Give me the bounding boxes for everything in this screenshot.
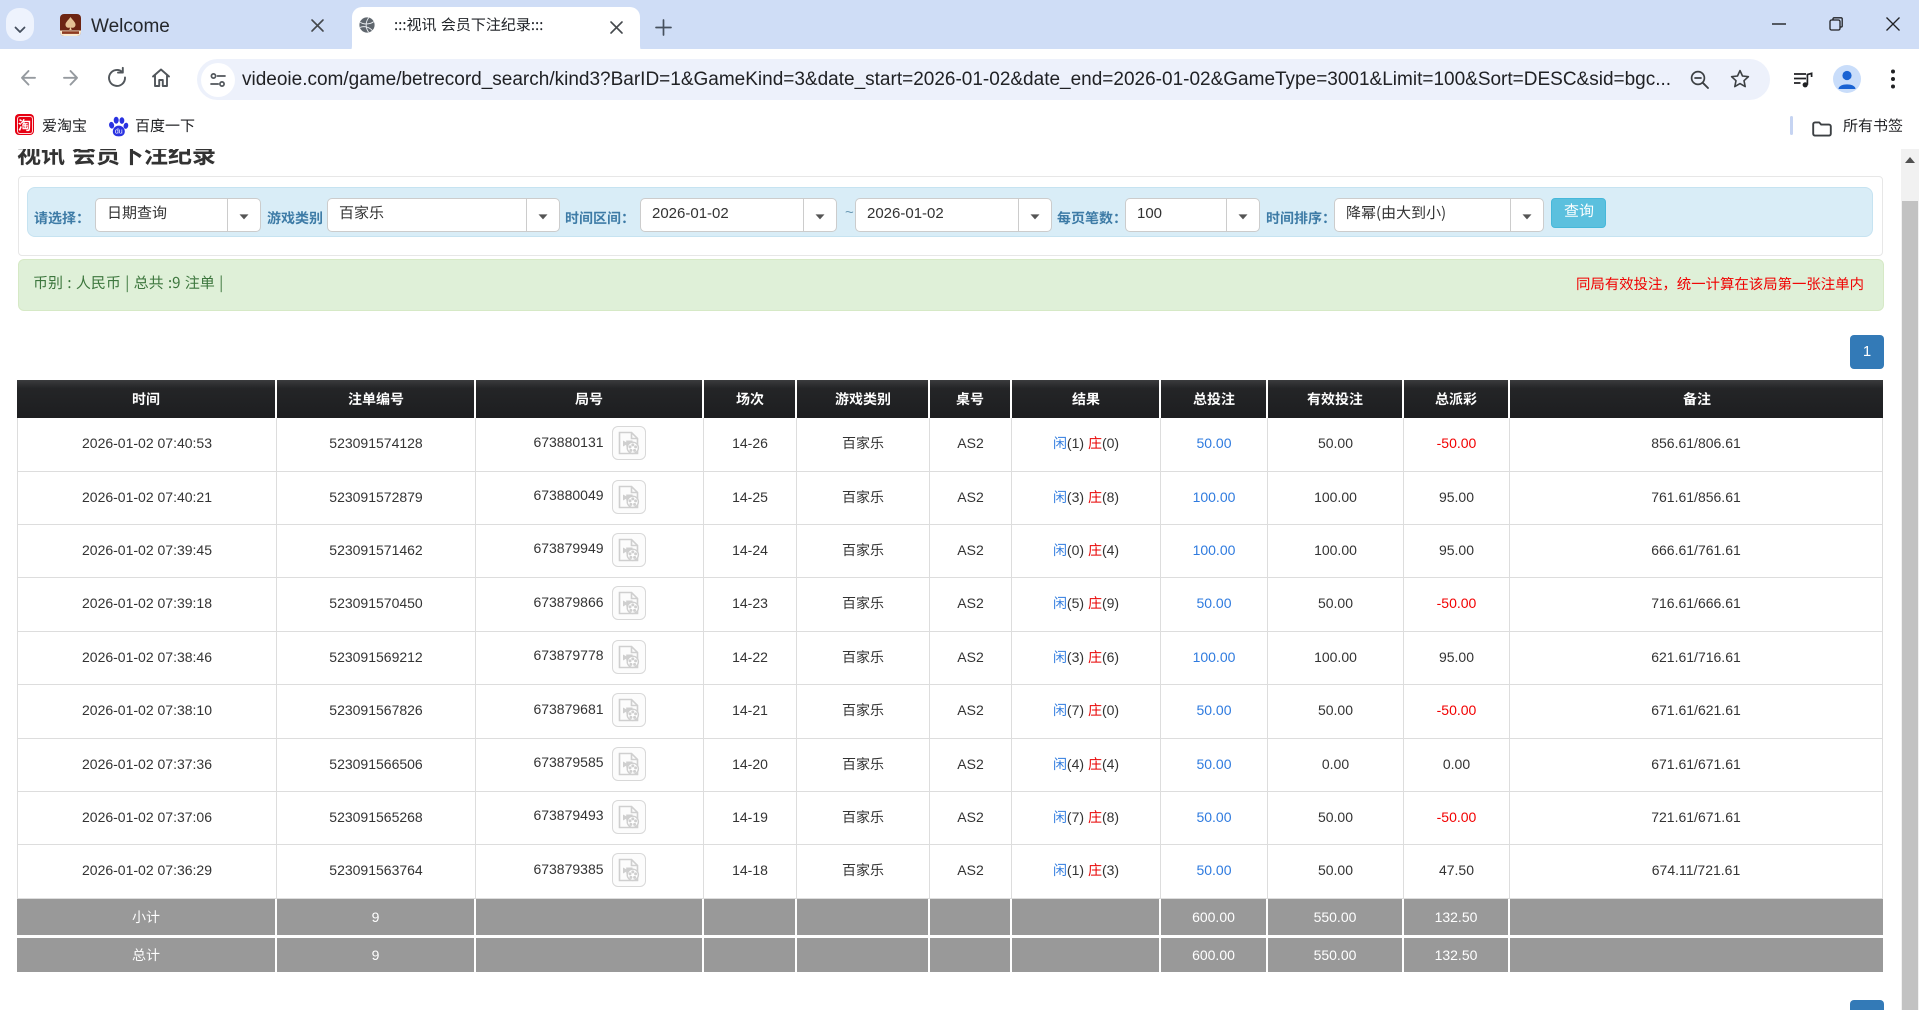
svg-text:du: du xyxy=(115,129,123,136)
